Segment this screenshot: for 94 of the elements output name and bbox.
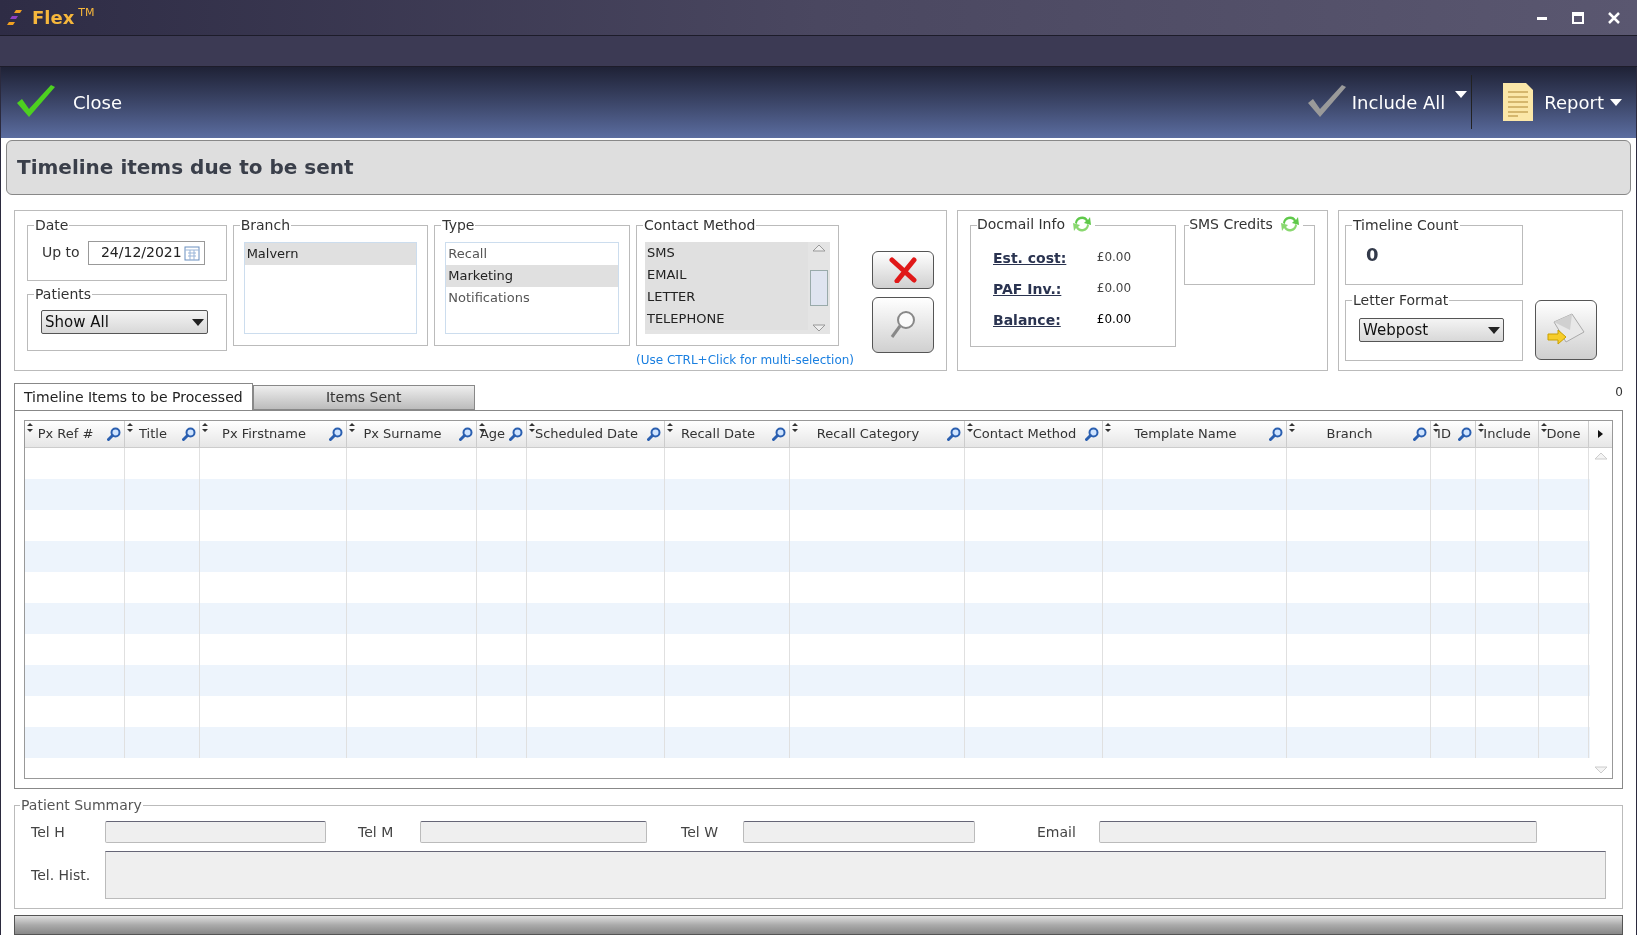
sort-icon[interactable] — [1541, 423, 1547, 433]
docmail-label[interactable]: PAF Inv.: — [993, 278, 1062, 300]
app-name: Flex — [32, 6, 75, 30]
docmail-value: £0.00 — [1096, 248, 1132, 266]
docmail-label[interactable]: Balance: — [993, 309, 1061, 331]
search-icon[interactable] — [459, 427, 473, 442]
magnifier-icon — [889, 309, 917, 340]
clear-button[interactable] — [872, 250, 934, 289]
caret-icon — [1610, 98, 1622, 106]
search-icon[interactable] — [947, 427, 961, 442]
history-field[interactable] — [105, 851, 1606, 900]
caret-icon — [1488, 326, 1500, 334]
input-field[interactable] — [105, 821, 326, 844]
input-field[interactable] — [1099, 821, 1537, 844]
sort-icon[interactable] — [202, 423, 208, 433]
close-icon[interactable] — [1607, 10, 1621, 25]
search-icon[interactable] — [329, 427, 343, 442]
search-icon[interactable] — [182, 427, 196, 442]
sort-icon[interactable] — [967, 423, 973, 433]
column-header[interactable]: Recall Date — [665, 421, 790, 448]
send-button[interactable] — [1535, 300, 1597, 361]
input-field[interactable] — [420, 821, 647, 844]
sort-icon[interactable] — [1478, 423, 1484, 433]
search-icon[interactable] — [647, 427, 661, 442]
sort-icon[interactable] — [127, 423, 133, 433]
group-legend: Patient Summary — [20, 796, 143, 815]
tab[interactable]: Timeline Items to be Processed — [14, 383, 253, 411]
search-icon[interactable] — [1269, 427, 1283, 442]
column-header[interactable]: Px Firstname — [200, 421, 347, 448]
column-header[interactable]: Title — [125, 421, 200, 448]
column-header[interactable]: Px Surname — [347, 421, 477, 448]
search-icon[interactable] — [1085, 427, 1099, 442]
date-label: Up to — [42, 243, 80, 263]
search-icon[interactable] — [1458, 427, 1472, 442]
hint-text: (Use CTRL+Click for multi-selection) — [635, 351, 854, 369]
close-button[interactable]: Close — [15, 83, 123, 122]
column-header[interactable]: Branch — [1287, 421, 1431, 448]
search-icon[interactable] — [1413, 427, 1427, 442]
cross-icon — [889, 256, 917, 283]
search-icon[interactable] — [107, 427, 121, 442]
column-header[interactable]: Age — [477, 421, 527, 448]
caret-icon — [1455, 91, 1468, 99]
letter-format-dropdown[interactable]: Webpost — [1359, 318, 1504, 343]
report-button[interactable]: Report — [1502, 82, 1604, 123]
list-item[interactable]: Marketing — [446, 264, 618, 287]
page-title: Timeline items due to be sent — [17, 154, 354, 182]
list-item[interactable]: Malvern — [244, 242, 417, 265]
docmail-label[interactable]: Est. cost: — [993, 247, 1067, 269]
input-field[interactable] — [743, 821, 975, 844]
tab[interactable]: Items Sent — [252, 385, 475, 411]
sort-icon[interactable] — [529, 423, 535, 433]
field-label: Email — [1037, 822, 1077, 842]
column-header[interactable]: Include — [1476, 421, 1539, 448]
list-item[interactable]: Recall — [446, 242, 618, 265]
column-header[interactable]: Done — [1539, 421, 1589, 448]
list-item[interactable]: Notifications — [446, 286, 618, 309]
column-header[interactable]: Scheduled Date — [527, 421, 665, 448]
field-label: Tel H — [31, 822, 66, 842]
group-legend: SMS Credits — [1189, 213, 1273, 235]
trademark: TM — [78, 5, 95, 21]
document-icon — [1502, 82, 1535, 123]
group-legend: Docmail Info — [977, 213, 1065, 235]
field-label: Tel. Hist. — [31, 865, 92, 885]
caret-icon — [192, 318, 204, 326]
column-header[interactable]: ID — [1431, 421, 1476, 448]
include-all-button[interactable]: Include All — [1305, 83, 1452, 122]
sort-icon[interactable] — [1289, 423, 1295, 433]
list-item[interactable]: SMS — [644, 241, 808, 264]
search-button[interactable] — [872, 296, 934, 353]
field-label: Tel W — [681, 822, 719, 842]
docmail-value: £0.00 — [1096, 279, 1132, 297]
sort-icon[interactable] — [1105, 423, 1111, 433]
column-header[interactable]: Recall Category — [790, 421, 965, 448]
search-icon[interactable] — [772, 427, 786, 442]
column-header[interactable]: Template Name — [1103, 421, 1287, 448]
sort-icon[interactable] — [667, 423, 673, 433]
timeline-count: 0 — [1366, 243, 1379, 268]
sort-icon[interactable] — [27, 423, 33, 433]
row-count: 0 — [1615, 384, 1623, 402]
patients-dropdown[interactable]: Show All — [41, 310, 208, 335]
list-item[interactable]: TELEPHONE — [644, 307, 808, 330]
date-field[interactable]: 24/12/2021 — [87, 240, 205, 265]
maximize-icon[interactable] — [1571, 10, 1585, 25]
list-item[interactable]: LETTER — [644, 285, 808, 308]
list-item[interactable]: EMAIL — [644, 263, 808, 286]
field-label: Tel M — [358, 822, 395, 842]
search-icon[interactable] — [509, 427, 524, 442]
scroll-right-icon[interactable] — [1598, 430, 1603, 439]
sort-icon[interactable] — [349, 423, 355, 433]
column-header[interactable]: Px Ref # — [25, 421, 125, 448]
docmail-value: £0.00 — [1096, 310, 1132, 328]
sort-icon[interactable] — [792, 423, 798, 433]
column-header[interactable]: Contact Method — [965, 421, 1103, 448]
sort-icon[interactable] — [1433, 423, 1439, 433]
